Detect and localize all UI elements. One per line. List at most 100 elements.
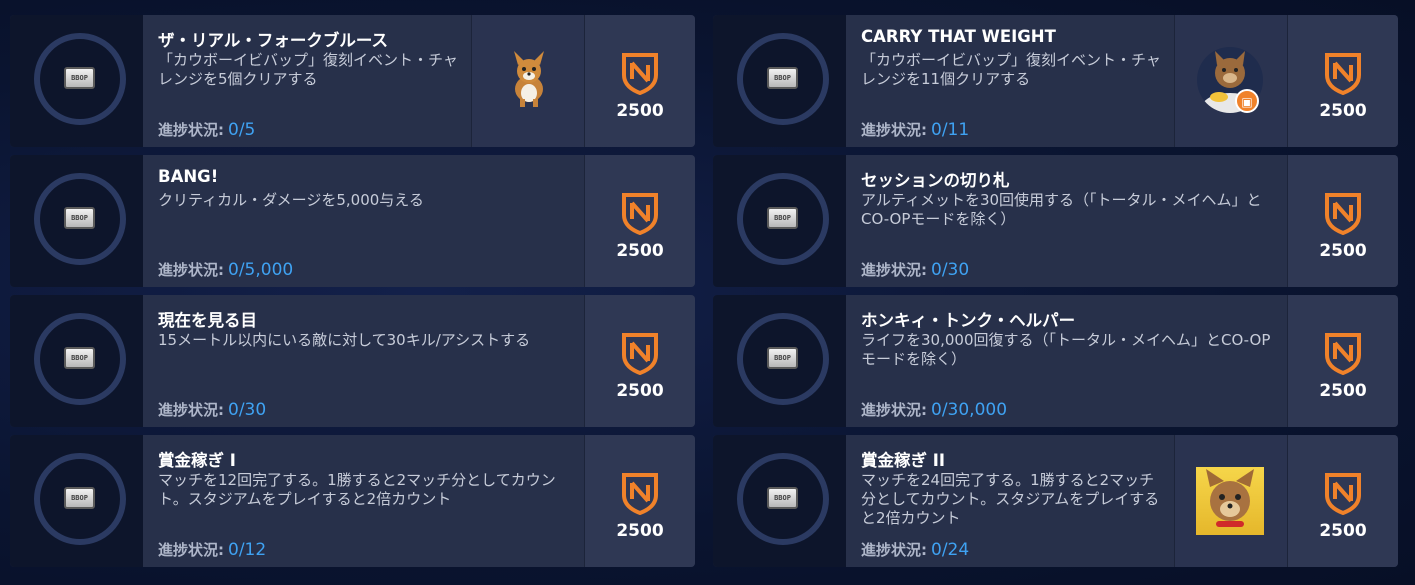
ticket-icon: BBOP [64, 67, 95, 89]
ticket-icon: BBOP [64, 487, 95, 509]
challenge-card[interactable]: BBOP 賞金稼ぎ I マッチを12回完了する。1勝すると2マッチ分としてカウン… [10, 435, 695, 567]
reward-preview[interactable]: ▣ [1174, 15, 1287, 147]
reward-block: 2500 [584, 295, 695, 427]
progress-label: 進捗状況: [158, 261, 224, 279]
shield-emblem-icon [1325, 473, 1361, 515]
reward-block: 2500 [1287, 435, 1398, 567]
reward-block: 2500 [1287, 295, 1398, 427]
challenge-progress: 進捗状況: 0/24 [861, 539, 969, 560]
challenge-title: 賞金稼ぎ I [158, 451, 236, 470]
progress-label: 進捗状況: [861, 261, 927, 279]
ticket-icon: BBOP [767, 207, 798, 229]
reward-block: 2500 [584, 15, 695, 147]
challenge-title: ホンキィ・トンク・ヘルパー [861, 311, 1076, 330]
challenge-progress: 進捗状況: 0/5,000 [158, 259, 293, 280]
shield-emblem-icon [622, 473, 658, 515]
reward-preview[interactable] [471, 15, 584, 147]
progress-value: 0/30,000 [931, 400, 1008, 420]
progress-label: 進捗状況: [158, 121, 224, 139]
reward-amount: 2500 [616, 101, 664, 121]
progress-label: 進捗状況: [861, 121, 927, 139]
challenge-description: クリティカル・ダメージを5,000与える [158, 191, 424, 209]
challenge-badge: BBOP [713, 295, 846, 427]
challenge-description: ライフを30,000回復する（「トータル・メイヘム」とCO-OPモードを除く） [861, 331, 1271, 368]
challenge-badge: BBOP [713, 15, 846, 147]
ticket-icon: BBOP [767, 67, 798, 89]
challenge-title: 現在を見る目 [158, 311, 257, 330]
badge-ring: BBOP [737, 313, 829, 405]
challenge-progress: 進捗状況: 0/5 [158, 119, 255, 140]
badge-ring: BBOP [34, 313, 126, 405]
reward-amount: 2500 [1319, 101, 1367, 121]
challenge-description: マッチを24回完了する。1勝すると2マッチ分としてカウント。スタジアムをプレイす… [861, 471, 1160, 527]
ticket-icon: BBOP [767, 347, 798, 369]
challenge-progress: 進捗状況: 0/30 [861, 259, 969, 280]
reward-amount: 2500 [616, 241, 664, 261]
reward-block: 2500 [1287, 15, 1398, 147]
challenge-badge: BBOP [10, 155, 143, 287]
progress-value: 0/12 [228, 540, 267, 560]
challenge-card[interactable]: BBOP ホンキィ・トンク・ヘルパー ライフを30,000回復する（「トータル・… [713, 295, 1398, 427]
badge-ring: BBOP [737, 453, 829, 545]
progress-value: 0/11 [931, 120, 970, 140]
reward-preview[interactable] [1174, 435, 1287, 567]
reward-block: 2500 [1287, 155, 1398, 287]
progress-value: 0/24 [931, 540, 970, 560]
reward-amount: 2500 [1319, 521, 1367, 541]
challenge-badge: BBOP [10, 435, 143, 567]
ticket-icon: BBOP [767, 487, 798, 509]
challenge-description: アルティメットを30回使用する（「トータル・メイヘム」とCO-OPモードを除く） [861, 191, 1262, 228]
challenge-title: BANG! [158, 167, 219, 186]
shield-emblem-icon [622, 333, 658, 375]
reward-block: 2500 [584, 155, 695, 287]
challenge-card[interactable]: BBOP ザ・リアル・フォークブルース 「カウボーイビバップ」復刻イベント・チャ… [10, 15, 695, 147]
challenge-progress: 進捗状況: 0/11 [861, 119, 969, 140]
reward-amount: 2500 [616, 521, 664, 541]
challenge-card[interactable]: BBOP 現在を見る目 15メートル以内にいる敵に対して30キル/アシストする … [10, 295, 695, 427]
badge-ring: BBOP [737, 173, 829, 265]
reward-block: 2500 [584, 435, 695, 567]
shield-emblem-icon [1325, 193, 1361, 235]
badge-ring: BBOP [737, 33, 829, 125]
dog-player-card-icon [1196, 467, 1264, 535]
challenge-description: 「カウボーイビバップ」復刻イベント・チャレンジを11個クリアする [861, 51, 1161, 88]
challenge-title: 賞金稼ぎ II [861, 451, 946, 470]
challenge-card[interactable]: BBOP 賞金稼ぎ II マッチを24回完了する。1勝すると2マッチ分としてカウ… [713, 435, 1398, 567]
progress-label: 進捗状況: [158, 401, 224, 419]
challenge-progress: 進捗状況: 0/12 [158, 539, 266, 560]
gift-badge-icon: ▣ [1235, 89, 1259, 113]
challenge-badge: BBOP [713, 155, 846, 287]
challenge-card[interactable]: BBOP CARRY THAT WEIGHT 「カウボーイビバップ」復刻イベント… [713, 15, 1398, 147]
challenge-title: CARRY THAT WEIGHT [861, 27, 1056, 46]
progress-value: 0/30 [931, 260, 970, 280]
challenge-badge: BBOP [713, 435, 846, 567]
badge-ring: BBOP [34, 173, 126, 265]
progress-value: 0/30 [228, 400, 267, 420]
progress-label: 進捗状況: [861, 541, 927, 559]
ticket-icon: BBOP [64, 207, 95, 229]
badge-ring: BBOP [34, 33, 126, 125]
shield-emblem-icon [622, 53, 658, 95]
challenge-progress: 進捗状況: 0/30 [158, 399, 266, 420]
challenge-card[interactable]: BBOP BANG! クリティカル・ダメージを5,000与える 進捗状況: 0/5… [10, 155, 695, 287]
challenge-title: ザ・リアル・フォークブルース [158, 31, 389, 50]
ticket-icon: BBOP [64, 347, 95, 369]
progress-value: 0/5 [228, 120, 256, 140]
challenge-badge: BBOP [10, 295, 143, 427]
challenge-card[interactable]: BBOP セッションの切り札 アルティメットを30回使用する（「トータル・メイヘ… [713, 155, 1398, 287]
challenge-progress: 進捗状況: 0/30,000 [861, 399, 1007, 420]
progress-label: 進捗状況: [158, 541, 224, 559]
corgi-spray-icon [514, 51, 544, 107]
reward-amount: 2500 [1319, 381, 1367, 401]
shield-emblem-icon [1325, 53, 1361, 95]
progress-value: 0/5,000 [228, 260, 294, 280]
shield-emblem-icon [622, 193, 658, 235]
shield-emblem-icon [1325, 333, 1361, 375]
challenge-description: 「カウボーイビバップ」復刻イベント・チャレンジを5個クリアする [158, 51, 458, 88]
reward-amount: 2500 [1319, 241, 1367, 261]
challenge-badge: BBOP [10, 15, 143, 147]
challenge-title: セッションの切り札 [861, 171, 1010, 190]
challenge-description: 15メートル以内にいる敵に対して30キル/アシストする [158, 331, 531, 349]
badge-ring: BBOP [34, 453, 126, 545]
progress-label: 進捗状況: [861, 401, 927, 419]
